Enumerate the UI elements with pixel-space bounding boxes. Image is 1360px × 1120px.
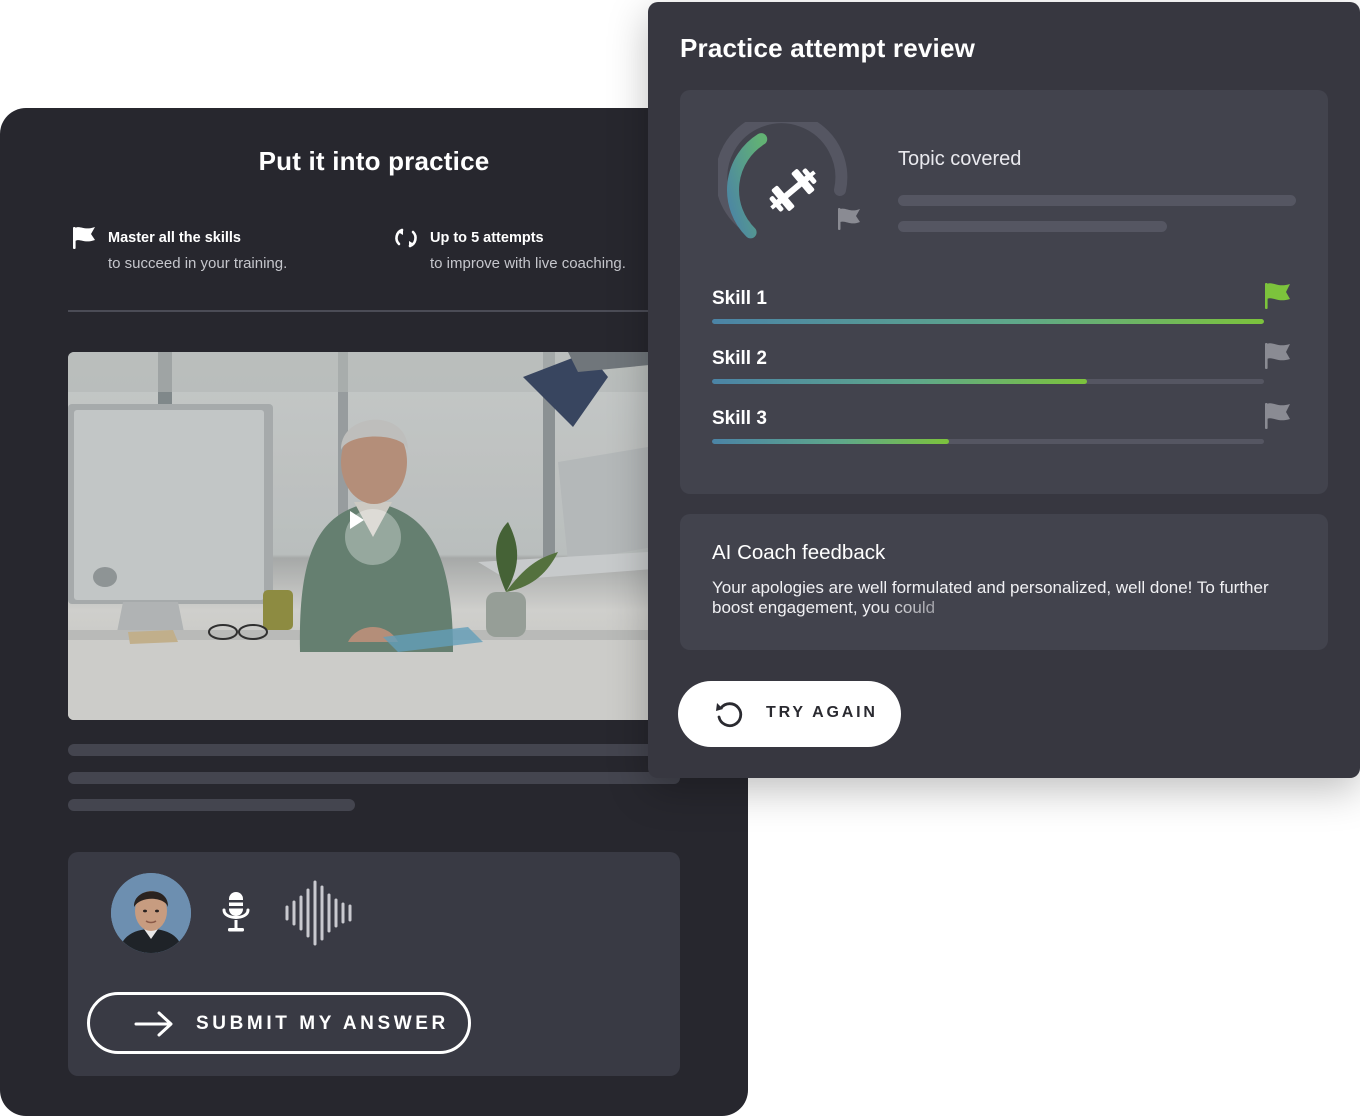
- flag-icon: [838, 208, 860, 230]
- flag-icon: [73, 227, 95, 249]
- hint-title: Master all the skills: [108, 230, 241, 246]
- dumbbell-icon: [769, 168, 817, 212]
- user-avatar: [111, 873, 191, 953]
- refresh-icon: [395, 228, 417, 248]
- answer-recorder: SUBMIT MY ANSWER: [68, 852, 680, 1076]
- text-placeholder-line: [68, 744, 680, 756]
- try-again-label: TRY AGAIN: [766, 704, 878, 721]
- skill-row-2: Skill 2: [712, 343, 1302, 398]
- topic-placeholder-bar: [898, 195, 1296, 206]
- audio-wave-icon: [285, 880, 352, 946]
- skill-progress-fill: [712, 439, 950, 444]
- score-gauge: [718, 122, 860, 239]
- text-placeholder-line: [68, 799, 355, 811]
- divider: [68, 310, 680, 312]
- flag-icon: [1265, 343, 1290, 369]
- topic-placeholder-bar: [898, 221, 1167, 232]
- skill-progress-fill: [712, 379, 1088, 384]
- skill-row-3: Skill 3: [712, 403, 1302, 458]
- skill-row-1: Skill 1: [712, 283, 1302, 338]
- retry-icon: [716, 702, 743, 727]
- flag-icon: [1265, 403, 1290, 429]
- review-title: Practice attempt review: [680, 33, 976, 63]
- score-summary: Topic covered Skill 1 Skill 2 Skill 3: [680, 90, 1328, 494]
- feedback-title: AI Coach feedback: [712, 541, 886, 564]
- skill-label: Skill 3: [712, 408, 767, 429]
- submit-answer-label: SUBMIT MY ANSWER: [196, 1013, 449, 1034]
- video-play-button[interactable]: [345, 509, 401, 565]
- ai-coach-feedback: AI Coach feedback Your apologies are wel…: [680, 514, 1328, 650]
- skill-progress-track: [712, 439, 1264, 444]
- skill-progress-track: [712, 379, 1264, 384]
- hint-subtitle: to succeed in your training.: [108, 255, 288, 272]
- flag-icon: [1265, 283, 1290, 309]
- skill-progress-track: [712, 319, 1264, 324]
- text-placeholder-line: [68, 772, 680, 784]
- submit-answer-button[interactable]: SUBMIT MY ANSWER: [87, 992, 471, 1054]
- score-gauge-fill: [727, 133, 768, 239]
- skill-label: Skill 1: [712, 288, 767, 309]
- arrow-right-icon: [134, 1011, 173, 1037]
- practice-card: Put it into practice Master all the skil…: [0, 108, 748, 1116]
- avatar-portrait: [111, 873, 191, 953]
- topic-covered-label: Topic covered: [898, 148, 1022, 170]
- feedback-fade-overlay: [680, 598, 1328, 622]
- microphone-icon[interactable]: [220, 890, 252, 936]
- video-player[interactable]: [68, 352, 680, 720]
- skill-label: Skill 2: [712, 348, 767, 369]
- try-again-button[interactable]: TRY AGAIN: [678, 681, 901, 747]
- skill-progress-fill: [712, 319, 1264, 324]
- review-card: Practice attempt review Topic covered Sk…: [648, 2, 1360, 778]
- practice-title: Put it into practice: [258, 146, 490, 176]
- play-icon: [350, 511, 364, 529]
- hint-title: Up to 5 attempts: [430, 230, 544, 246]
- hint-subtitle: to improve with live coaching.: [430, 255, 626, 272]
